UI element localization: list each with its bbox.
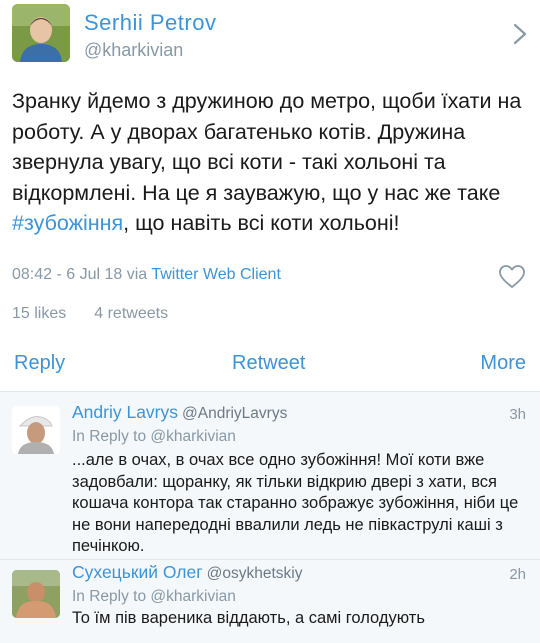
avatar-photo-icon [12, 406, 60, 454]
avatar-photo-icon [12, 570, 60, 618]
reply-avatar[interactable] [12, 406, 60, 454]
hashtag-link[interactable]: #зубожіння [12, 211, 123, 235]
reply-author-name[interactable]: Andriy Lavrys [72, 402, 178, 422]
tweet-text: Зранку йдемо з дружиною до метро, щоби ї… [12, 86, 532, 239]
author-avatar[interactable] [12, 4, 70, 62]
author-row[interactable]: Serhii Petrov @kharkivian [12, 4, 532, 66]
avatar-photo-icon [12, 4, 70, 62]
reply-avatar[interactable] [12, 570, 60, 618]
heart-outline-icon[interactable] [498, 264, 526, 290]
tweet-meta: 08:42 - 6 Jul 18 via Twitter Web Client [12, 264, 532, 290]
in-reply-handle[interactable]: @kharkivian [150, 588, 236, 605]
reply-button[interactable]: Reply [14, 352, 65, 375]
reply-author-handle[interactable]: @AndriyLavrys [182, 405, 287, 422]
tweet-text-end: , що навіть всі коти хольоні! [123, 211, 400, 235]
reply-item[interactable]: Сухецький Олег @osykhetskiy 2h In Reply t… [0, 562, 540, 643]
reply-list: Andriy Lavrys @AndriyLavrys 3h In Reply t… [0, 391, 540, 643]
reply-text: То їм пів вареника віддають, а самі голо… [72, 609, 425, 627]
author-name[interactable]: Serhii Petrov [84, 10, 216, 36]
tweet-actions: Reply Retweet More [0, 350, 540, 382]
reply-author-name[interactable]: Сухецький Олег [72, 562, 203, 582]
author-handle[interactable]: @kharkivian [84, 40, 183, 61]
in-reply-prefix: In Reply to [72, 428, 151, 445]
reply-header: Andriy Lavrys @AndriyLavrys 3h [72, 402, 532, 424]
tweet-stats: 15 likes 4 retweets [12, 305, 196, 323]
reply-text: ...але в очах, в очах все одно зубожіння… [72, 451, 519, 555]
chevron-right-icon[interactable] [512, 22, 528, 46]
in-reply-to: In Reply to @kharkivian [72, 428, 236, 446]
tweet-text-body: Зранку йдемо з дружиною до метро, щоби ї… [12, 89, 522, 205]
reply-header: Сухецький Олег @osykhetskiy 2h [72, 562, 532, 584]
main-tweet: Serhii Petrov @kharkivian Зранку йдемо з… [0, 0, 540, 390]
retweet-button[interactable]: Retweet [232, 352, 305, 375]
in-reply-to: In Reply to @kharkivian [72, 588, 236, 606]
client-link[interactable]: Twitter Web Client [151, 266, 281, 283]
in-reply-prefix: In Reply to [72, 588, 151, 605]
reply-time: 2h [509, 566, 526, 583]
tweet-timestamp: 08:42 - 6 Jul 18 via [12, 266, 152, 283]
reply-item[interactable]: Andriy Lavrys @AndriyLavrys 3h In Reply t… [0, 392, 540, 560]
likes-count[interactable]: 15 likes [12, 305, 66, 322]
reply-author-handle[interactable]: @osykhetskiy [207, 565, 303, 582]
retweets-count[interactable]: 4 retweets [94, 305, 168, 322]
more-button[interactable]: More [480, 352, 526, 375]
reply-time: 3h [509, 406, 526, 423]
in-reply-handle[interactable]: @kharkivian [150, 428, 236, 445]
